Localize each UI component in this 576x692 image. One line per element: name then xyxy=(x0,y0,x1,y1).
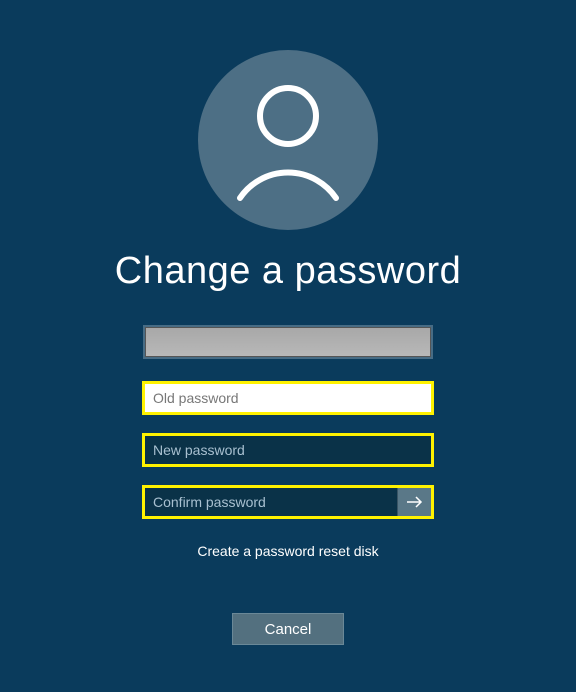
new-password-highlight xyxy=(142,433,434,467)
username-display xyxy=(145,327,431,357)
page-title: Change a password xyxy=(115,250,462,293)
user-icon xyxy=(198,50,378,230)
password-form: Create a password reset disk xyxy=(142,325,434,559)
submit-button[interactable] xyxy=(397,488,431,516)
old-password-highlight xyxy=(142,381,434,415)
confirm-password-input[interactable] xyxy=(145,488,397,516)
user-avatar xyxy=(188,40,388,240)
arrow-right-icon xyxy=(406,495,424,509)
create-reset-disk-link[interactable]: Create a password reset disk xyxy=(197,543,378,559)
old-password-input[interactable] xyxy=(145,384,431,412)
new-password-input[interactable] xyxy=(145,436,431,464)
confirm-password-highlight xyxy=(142,485,434,519)
username-field-wrap xyxy=(143,325,433,359)
cancel-button[interactable]: Cancel xyxy=(232,613,344,645)
